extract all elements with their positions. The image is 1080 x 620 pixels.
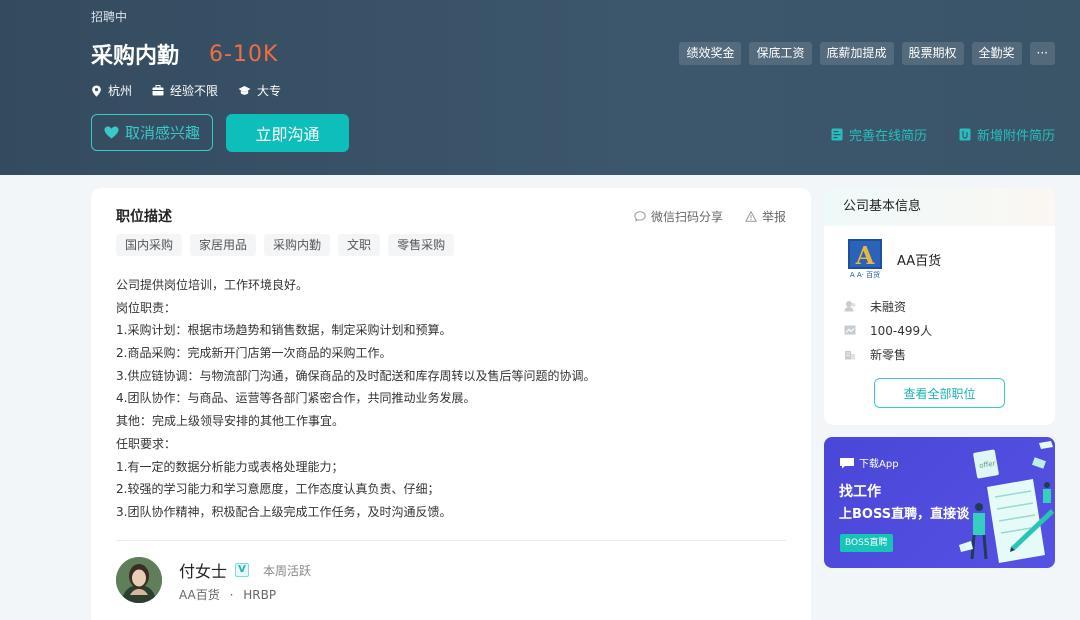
warning-triangle-icon — [744, 211, 757, 222]
improve-resume-label: 完善在线简历 — [848, 129, 927, 144]
banner-subtitle: 上BOSS直聘，直接谈 — [839, 507, 970, 522]
improve-resume-link[interactable]: 完善在线简历 — [831, 125, 927, 144]
job-status: 招聘中 — [91, 10, 128, 24]
company-industry: 新零售 — [844, 342, 932, 366]
briefcase-icon — [152, 85, 164, 96]
add-attachment-label: 新增附件简历 — [976, 129, 1055, 144]
salary: 6-10K — [209, 41, 279, 67]
meta-city: 杭州 — [91, 82, 132, 99]
job-description-text: 公司提供岗位培训，工作环境良好。 岗位职责： 1.采购计划：根据市场趋势和销售数… — [116, 274, 796, 524]
logo-caption: A A· 百货 — [850, 270, 880, 279]
boss-app-button[interactable]: BOSS直聘 — [840, 534, 893, 552]
size-label: 100-499人 — [870, 323, 933, 338]
keyword-tag: 国内采购 — [116, 234, 183, 256]
chat-bubble-icon — [840, 457, 854, 468]
banner-illustration: offer — [959, 441, 1054, 563]
job-title: 采购内勤 — [91, 44, 180, 69]
card-actions: 微信扫码分享 举报 — [612, 208, 786, 225]
person-avatar-icon — [116, 557, 162, 603]
description-line: 岗位职责： — [116, 300, 177, 315]
degree-label: 大专 — [257, 84, 282, 98]
description-line: 1.有一定的数据分析能力或表格处理能力； — [116, 459, 344, 474]
welfare-tag: 保底工资 — [749, 42, 812, 65]
description-line: 3.团队协作精神，积极配合上级完成工作任务，及时沟通反馈。 — [116, 504, 452, 519]
meta-degree: 大专 — [238, 82, 281, 99]
location-pin-icon — [92, 85, 101, 97]
unfollow-label: 取消感兴趣 — [124, 124, 200, 142]
description-line: 公司提供岗位培训，工作环境良好。 — [116, 278, 309, 292]
recruiter-company: AA百货 — [179, 588, 220, 602]
building-icon — [845, 351, 855, 360]
wechat-share-label: 微信扫码分享 — [650, 210, 723, 224]
recruiter-avatar[interactable] — [116, 557, 162, 603]
wechat-chat-icon — [634, 211, 646, 222]
description-line: 2.较强的学习能力和学习意愿度，工作态度认真负责、仔细； — [116, 482, 440, 497]
recruiter-name[interactable]: 付女士 — [179, 558, 227, 582]
download-app-banner[interactable]: 下载App 找工作 上BOSS直聘，直接谈 BOSS直聘 offer — [824, 437, 1055, 568]
resume-links: 完善在线简历 新增附件简历 — [799, 125, 1055, 144]
description-line: 3.供应链协调：与物流部门沟通，确保商品的及时配送和库存周转以及售后等问题的协调… — [116, 368, 596, 383]
financing-icon — [844, 301, 856, 312]
recruiter-active-status: 本周活跃 — [263, 563, 312, 578]
verified-badge-icon: V — [235, 563, 250, 577]
graduation-cap-icon — [238, 86, 251, 95]
experience-label: 经验不限 — [170, 84, 219, 98]
description-line: 1.采购计划：根据市场趋势和销售数据，制定采购计划和预算。 — [116, 323, 452, 338]
report-label: 举报 — [761, 210, 786, 224]
company-info-title: 公司基本信息 — [824, 188, 1055, 226]
keyword-tag: 零售采购 — [388, 234, 455, 256]
unfollow-button[interactable]: 取消感兴趣 — [91, 114, 213, 151]
logo-letter: A — [855, 241, 875, 270]
company-info-card: 公司基本信息 A A A· 百货 AA百货 未融资 100-499人 新零售 查… — [824, 188, 1055, 425]
view-all-jobs-button[interactable]: 查看全部职位 — [874, 378, 1005, 408]
divider — [116, 540, 786, 541]
recruiter-row: 付女士 V 本周活跃 — [179, 558, 311, 582]
welfare-tag: 股票期权 — [901, 42, 964, 65]
banner-top: 下载App — [839, 455, 899, 470]
keyword-tag: 文职 — [338, 234, 381, 256]
attachment-icon — [959, 128, 971, 141]
title-row: 采购内勤 6-10K — [91, 38, 278, 70]
description-line: 2.商品采购：完成新开门店第一次商品的采购工作。 — [116, 346, 392, 361]
download-app-label: 下载App — [859, 459, 899, 470]
info-separator: · — [229, 588, 234, 602]
job-description-card: 职位描述 微信扫码分享 举报 国内采购 家居用品 采购内勤 文职 零售采购 公司… — [91, 188, 811, 620]
company-name[interactable]: AA百货 — [897, 250, 941, 269]
banner-title: 找工作 — [839, 484, 881, 500]
add-attachment-resume-link[interactable]: 新增附件简历 — [959, 125, 1055, 144]
report-button[interactable]: 举报 — [744, 208, 786, 225]
chat-now-button[interactable]: 立即沟通 — [226, 114, 349, 152]
resume-icon — [831, 128, 843, 141]
description-line: 其他：完成上级领导安排的其他工作事宜。 — [116, 414, 345, 429]
city-label: 杭州 — [108, 84, 133, 98]
welfare-tags: 绩效奖金 保底工资 底薪加提成 股票期权 全勤奖 ··· — [671, 42, 1055, 65]
company-size: 100-499人 — [844, 318, 932, 342]
people-icon — [844, 325, 856, 335]
recruiter-role: HRBP — [243, 588, 277, 602]
more-tags-button[interactable]: ··· — [1029, 42, 1055, 65]
description-line: 任职要求： — [116, 436, 177, 451]
description-line: 4.团队协作：与商品、运营等各部门紧密合作，共同推动业务发展。 — [116, 391, 476, 406]
heart-icon — [104, 126, 119, 139]
recruiter-info: AA百货 · HRBP — [179, 586, 276, 603]
job-description-title: 职位描述 — [116, 209, 172, 225]
job-header: 招聘中 采购内勤 6-10K 杭州 经验不限 大专 绩效奖金 保底工资 底薪加提… — [0, 0, 1080, 175]
welfare-tag: 全勤奖 — [971, 42, 1022, 65]
wechat-share-button[interactable]: 微信扫码分享 — [634, 208, 723, 225]
company-info-list: 未融资 100-499人 新零售 — [844, 294, 932, 366]
financing-label: 未融资 — [870, 299, 907, 314]
company-financing: 未融资 — [844, 294, 932, 318]
meta-experience: 经验不限 — [152, 82, 218, 99]
industry-label: 新零售 — [870, 347, 907, 362]
welfare-tag: 底薪加提成 — [819, 42, 894, 65]
welfare-tag: 绩效奖金 — [679, 42, 742, 65]
keyword-tag: 采购内勤 — [264, 234, 331, 256]
job-meta: 杭州 经验不限 大专 — [91, 82, 301, 99]
company-logo[interactable]: A A A· 百货 — [848, 239, 882, 279]
job-keywords: 国内采购 家居用品 采购内勤 文职 零售采购 — [116, 234, 462, 256]
keyword-tag: 家居用品 — [190, 234, 257, 256]
